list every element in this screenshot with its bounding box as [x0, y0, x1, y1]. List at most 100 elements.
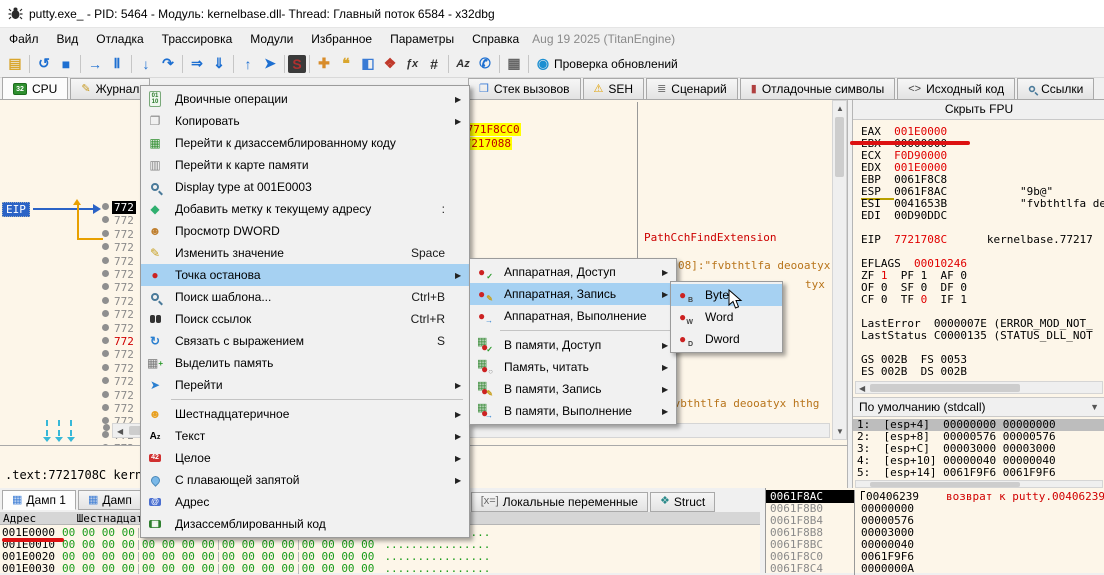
- menubar-item-2[interactable]: Отладка: [87, 29, 152, 49]
- calculator-icon[interactable]: ▦: [503, 53, 525, 75]
- breakpoint-dot[interactable]: [102, 404, 109, 411]
- menubar-item-1[interactable]: Вид: [48, 29, 88, 49]
- menu-item-sync-expression[interactable]: ↻ Связать с выражением S: [141, 330, 469, 352]
- segment-registers-row[interactable]: ES 002B DS 002B: [861, 366, 1104, 378]
- dump-row[interactable]: 001E0010 00 00 00 00 00 00 00 00 00 00 00 0…: [0, 538, 490, 551]
- calling-convention-select[interactable]: По умолчанию (stdcall) ▼: [853, 397, 1104, 417]
- instruction-address[interactable]: 772: [114, 241, 134, 254]
- menu-item-mem-access[interactable]: ●✓В памяти, Доступ▶: [470, 334, 676, 356]
- instruction-address[interactable]: 772: [114, 228, 134, 241]
- menu-item-disasm-code[interactable]: ▦ Дизассемблированный код: [141, 513, 469, 535]
- hide-fpu-button[interactable]: Скрыть FPU: [853, 100, 1104, 120]
- menu-item-binary[interactable]: 01 10 Двоичные операции ▶: [141, 88, 469, 110]
- tab-4[interactable]: <> Исходный код: [897, 78, 1016, 99]
- menu-item-find-pattern[interactable]: Поиск шаблона... Ctrl+B: [141, 286, 469, 308]
- instruction-address[interactable]: 772: [114, 255, 134, 268]
- registers-horizontal-scrollbar[interactable]: ◀: [855, 381, 1103, 394]
- menubar-item-6[interactable]: Параметры: [381, 29, 463, 49]
- menubar-item-3[interactable]: Трассировка: [153, 29, 242, 49]
- menu-item-bp-dword[interactable]: ● D Dword: [671, 328, 782, 350]
- tab-3[interactable]: ▮ Отладочные символы: [739, 78, 896, 99]
- step-out-icon[interactable]: ↑: [237, 53, 259, 75]
- step-down-icon[interactable]: ⇓: [208, 53, 230, 75]
- breakpoint-dot[interactable]: [102, 270, 109, 277]
- bottom-tab-1[interactable]: [x=] Локальные переменные: [470, 491, 648, 512]
- registers-pane[interactable]: Скрыть FPU EAX 001E0000EBX 00000000ECX F…: [852, 100, 1104, 488]
- stack-pane[interactable]: 0061F8AC 00406239 возврат к putty.00406239…: [765, 488, 1104, 575]
- tab-0[interactable]: 32 CPU: [2, 77, 69, 99]
- instruction-address[interactable]: 772: [114, 308, 134, 321]
- breakpoint-dot[interactable]: [102, 283, 109, 291]
- menubar-item-5[interactable]: Избранное: [302, 29, 381, 49]
- register-row-eip[interactable]: EIP 7721708C kernelbase.77217: [861, 234, 1104, 246]
- menu-item-mem-execute[interactable]: ●→ В памяти, Выполнение ▶: [470, 400, 676, 422]
- menu-item-copy[interactable]: ❐ Копировать ▶: [141, 110, 469, 132]
- breakpoint-dot[interactable]: [102, 323, 109, 331]
- menu-item-find-refs[interactable]: Поиск ссылок Ctrl+R: [141, 308, 469, 330]
- menu-item-integer[interactable]: 42 Целое ▶: [141, 447, 469, 469]
- hash-icon[interactable]: #: [423, 53, 445, 75]
- argument-row-5[interactable]: 5: [esp+14] 0061F9F6 0061F9F6: [853, 467, 1104, 479]
- script-icon[interactable]: S: [288, 54, 306, 73]
- labels-icon[interactable]: ◧: [357, 53, 379, 75]
- vertical-scrollbar[interactable]: ▲ ▼: [832, 100, 847, 440]
- stack-row[interactable]: 0061F8B4 00000576: [766, 514, 946, 527]
- stack-row[interactable]: 0061F8B8 00003000: [766, 526, 946, 539]
- instruction-address[interactable]: 772: [114, 281, 134, 294]
- menu-item-edit[interactable]: ✎ Изменить значение Space: [141, 242, 469, 264]
- breakpoint-dot[interactable]: [102, 337, 109, 344]
- step-into-icon[interactable]: ↓: [135, 53, 157, 75]
- breakpoint-dot[interactable]: [102, 350, 109, 358]
- menu-item-memory-map[interactable]: ▥ Перейти к карте памяти: [141, 154, 469, 176]
- menu-item-bp-byte[interactable]: ● B Byte: [671, 284, 782, 306]
- menubar-item-0[interactable]: Файл: [0, 29, 48, 49]
- breakpoint-dot[interactable]: [102, 203, 109, 210]
- update-check-label[interactable]: Проверка обновлений: [554, 57, 678, 71]
- stack-row[interactable]: 0061F8C0 0061F9F6: [766, 550, 946, 563]
- menu-item-hw-write[interactable]: ● ✎ Аппаратная, Запись ▶: [470, 283, 676, 305]
- breakpoint-dot[interactable]: [102, 256, 109, 264]
- menubar-item-4[interactable]: Модули: [241, 29, 302, 49]
- breakpoint-dot[interactable]: [103, 424, 110, 431]
- menu-item-mem-read[interactable]: ●○ Память, читать ▶: [470, 356, 676, 378]
- instruction-address[interactable]: 772: [114, 268, 134, 281]
- instruction-address[interactable]: 772: [114, 335, 134, 348]
- attach-icon[interactable]: ✆: [474, 53, 496, 75]
- tab-0[interactable]: ❐ Стек вызовов: [468, 78, 581, 99]
- breakpoint-dot[interactable]: [102, 296, 109, 304]
- functions-icon[interactable]: ƒx: [401, 53, 423, 75]
- patches-icon[interactable]: ✚: [313, 53, 335, 75]
- tab-1[interactable]: ⚠ SEH: [582, 78, 645, 99]
- tab-5[interactable]: Ссылки: [1017, 78, 1095, 99]
- instruction-address[interactable]: 772: [114, 389, 134, 402]
- menu-item-hw-execute[interactable]: ● → Аппаратная, Выполнение: [470, 305, 676, 327]
- bottom-tab-1[interactable]: ▦ Дамп: [77, 490, 142, 510]
- stack-row[interactable]: 0061F8BC 00000040: [766, 538, 946, 551]
- instruction-address[interactable]: 772: [114, 362, 134, 375]
- register-row-edi[interactable]: EDI 00D90DDC: [861, 210, 1104, 222]
- breakpoint-dot[interactable]: [102, 430, 109, 438]
- menu-item-goto[interactable]: ➤ Перейти ▶: [141, 374, 469, 396]
- instruction-address[interactable]: 772: [112, 201, 136, 214]
- breakpoint-dot[interactable]: [102, 363, 109, 371]
- arguments-horizontal-scrollbar[interactable]: [855, 480, 1103, 488]
- breakpoint-dot[interactable]: [102, 377, 109, 385]
- dump-row[interactable]: 001E0020 00 00 00 00 00 00 00 00 00 00 00 0…: [0, 550, 490, 563]
- instruction-address[interactable]: 772: [114, 348, 134, 361]
- pause-icon[interactable]: Ⅱ: [106, 53, 128, 75]
- menu-item-label[interactable]: ◆ Добавить метку к текущему адресу:: [141, 198, 469, 220]
- menu-item-display-type[interactable]: Display type at 001E0003: [141, 176, 469, 198]
- tab-2[interactable]: ≣ Сценарий: [646, 78, 738, 99]
- menubar-item-7[interactable]: Справка: [463, 29, 528, 49]
- comments-icon[interactable]: ❝: [335, 53, 357, 75]
- menu-item-text[interactable]: Az Текст ▶: [141, 425, 469, 447]
- stack-row[interactable]: 0061F8C4 0000000A: [766, 562, 946, 575]
- instruction-address[interactable]: 772: [114, 322, 134, 335]
- bottom-tab-2[interactable]: ❖ Struct: [649, 491, 716, 512]
- run-to-user-code-icon[interactable]: ➤: [259, 53, 281, 75]
- run-icon[interactable]: →: [84, 53, 106, 75]
- last-status-row[interactable]: LastStatus C0000135 (STATUS_DLL_NOT: [861, 330, 1104, 342]
- menu-item-allocate-memory[interactable]: ▦ + Выделить память: [141, 352, 469, 374]
- instruction-address[interactable]: 772: [114, 375, 134, 388]
- stack-row[interactable]: 0061F8B0 00000000: [766, 502, 946, 515]
